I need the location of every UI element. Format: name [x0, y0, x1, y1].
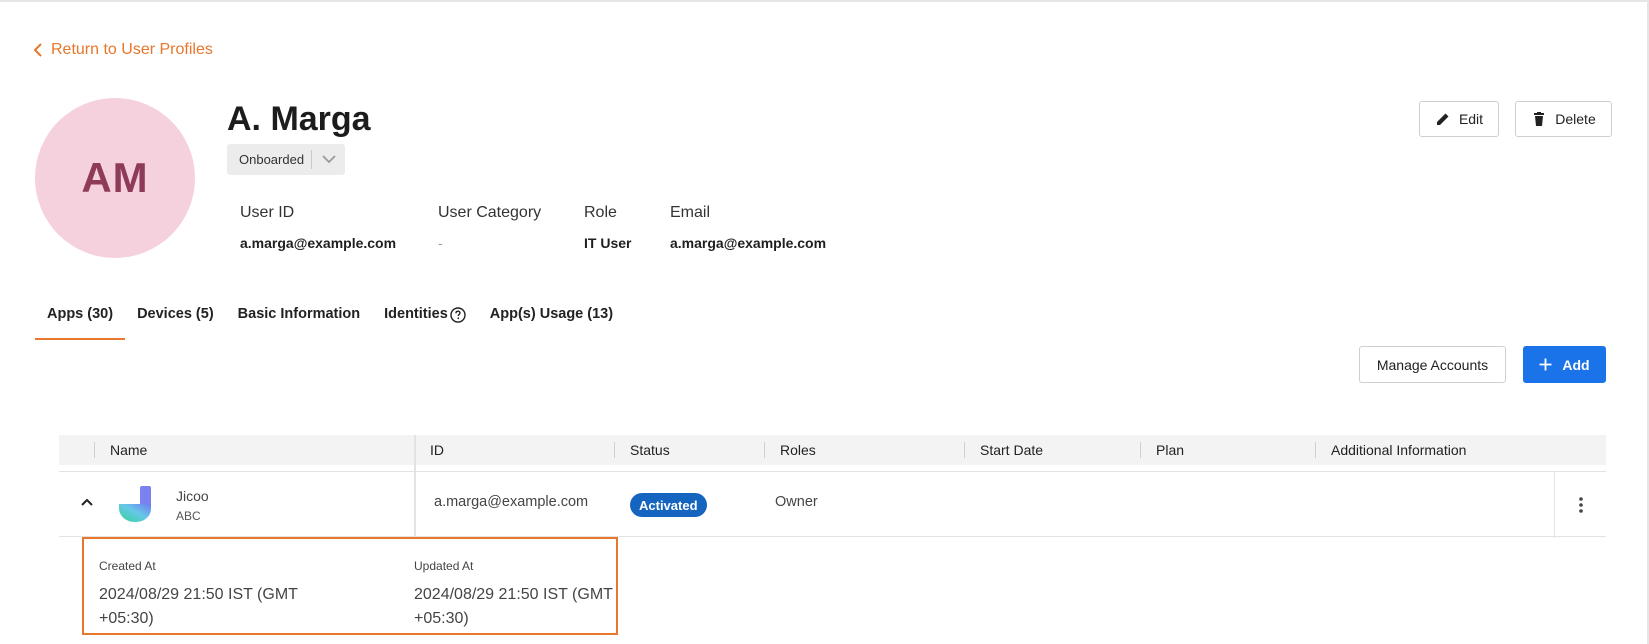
header-separator	[1140, 442, 1141, 458]
back-link-label: Return to User Profiles	[51, 41, 213, 58]
created-at-value: 2024/08/29 21:50 IST (GMT +05:30)	[99, 586, 298, 627]
chevron-up-icon	[81, 498, 93, 506]
user-category-value: -	[438, 235, 443, 251]
help-circle-icon[interactable]	[450, 307, 466, 323]
user-id-label: User ID	[240, 204, 295, 221]
app-role: Owner	[775, 494, 818, 510]
column-header-name[interactable]: Name	[110, 435, 147, 465]
header-separator	[94, 442, 95, 458]
tab-identities[interactable]: Identities	[372, 294, 478, 340]
column-header-id[interactable]: ID	[430, 435, 444, 465]
trash-icon	[1534, 112, 1545, 126]
edit-button[interactable]: Edit	[1419, 101, 1499, 137]
apps-table-header: Name ID Status Roles Start Date Plan Add…	[59, 435, 1606, 465]
column-header-status[interactable]: Status	[630, 435, 670, 465]
status-dropdown-value: Onboarded	[239, 152, 305, 167]
tab-apps-usage-label: App(s) Usage (13)	[489, 306, 614, 322]
tab-basic-information-label: Basic Information	[237, 306, 361, 322]
tab-basic-information[interactable]: Basic Information	[226, 294, 372, 340]
app-name: Jicoo	[176, 488, 209, 504]
tab-apps-label: Apps (30)	[47, 306, 114, 322]
role-value: IT User	[584, 235, 632, 251]
row-actions-button[interactable]	[1554, 472, 1606, 538]
add-button-label: Add	[1562, 356, 1590, 373]
header-separator	[964, 442, 965, 458]
tab-devices-label: Devices (5)	[137, 306, 214, 322]
avatar: AM	[35, 98, 195, 258]
user-category-label: User Category	[438, 204, 542, 221]
return-to-user-profiles-link[interactable]: Return to User Profiles	[33, 41, 213, 59]
column-header-start-date[interactable]: Start Date	[980, 435, 1043, 465]
delete-button[interactable]: Delete	[1515, 101, 1612, 137]
user-id-value: a.marga@example.com	[240, 235, 397, 251]
tab-identities-label: Identities	[384, 306, 448, 322]
delete-button-label: Delete	[1555, 111, 1596, 127]
pencil-icon	[1436, 113, 1449, 125]
profile-tabs: Apps (30) Devices (5) Basic Information …	[35, 294, 625, 340]
manage-accounts-label: Manage Accounts	[1376, 356, 1489, 373]
page-title: A. Marga	[227, 100, 371, 138]
jicoo-logo-icon	[119, 486, 151, 522]
column-header-plan[interactable]: Plan	[1156, 435, 1184, 465]
collapse-row-button[interactable]	[79, 494, 95, 510]
app-subtitle: ABC	[176, 509, 201, 523]
updated-at-label: Updated At	[414, 559, 474, 573]
email-value: a.marga@example.com	[670, 235, 827, 251]
avatar-initials: AM	[81, 154, 149, 201]
updated-at-value: 2024/08/29 21:50 IST (GMT +05:30)	[414, 586, 613, 627]
chevron-left-icon	[33, 43, 42, 57]
table-row: Jicoo ABC a.marga@example.com Activated …	[59, 471, 1606, 538]
kebab-menu-icon	[1578, 497, 1583, 513]
header-separator	[614, 442, 615, 458]
status-dropdown[interactable]: Onboarded	[227, 144, 345, 175]
column-header-additional-information[interactable]: Additional Information	[1331, 435, 1466, 465]
created-at-label: Created At	[99, 559, 156, 573]
role-label: Role	[584, 204, 617, 221]
add-button[interactable]: Add	[1523, 346, 1606, 383]
header-separator	[1315, 442, 1316, 458]
chevron-down-icon	[312, 155, 345, 164]
edit-button-label: Edit	[1458, 111, 1484, 127]
column-header-roles[interactable]: Roles	[780, 435, 816, 465]
manage-accounts-button[interactable]: Manage Accounts	[1359, 346, 1506, 383]
email-label: Email	[670, 204, 711, 221]
tab-devices[interactable]: Devices (5)	[125, 294, 226, 340]
tab-apps-usage[interactable]: App(s) Usage (13)	[478, 294, 625, 340]
app-account-id: a.marga@example.com	[434, 494, 589, 510]
app-details-panel: Created At 2024/08/29 21:50 IST (GMT +05…	[82, 537, 618, 635]
tab-apps[interactable]: Apps (30)	[35, 294, 126, 340]
status-badge: Activated	[630, 493, 707, 517]
plus-icon	[1539, 358, 1552, 371]
header-separator	[764, 442, 765, 458]
